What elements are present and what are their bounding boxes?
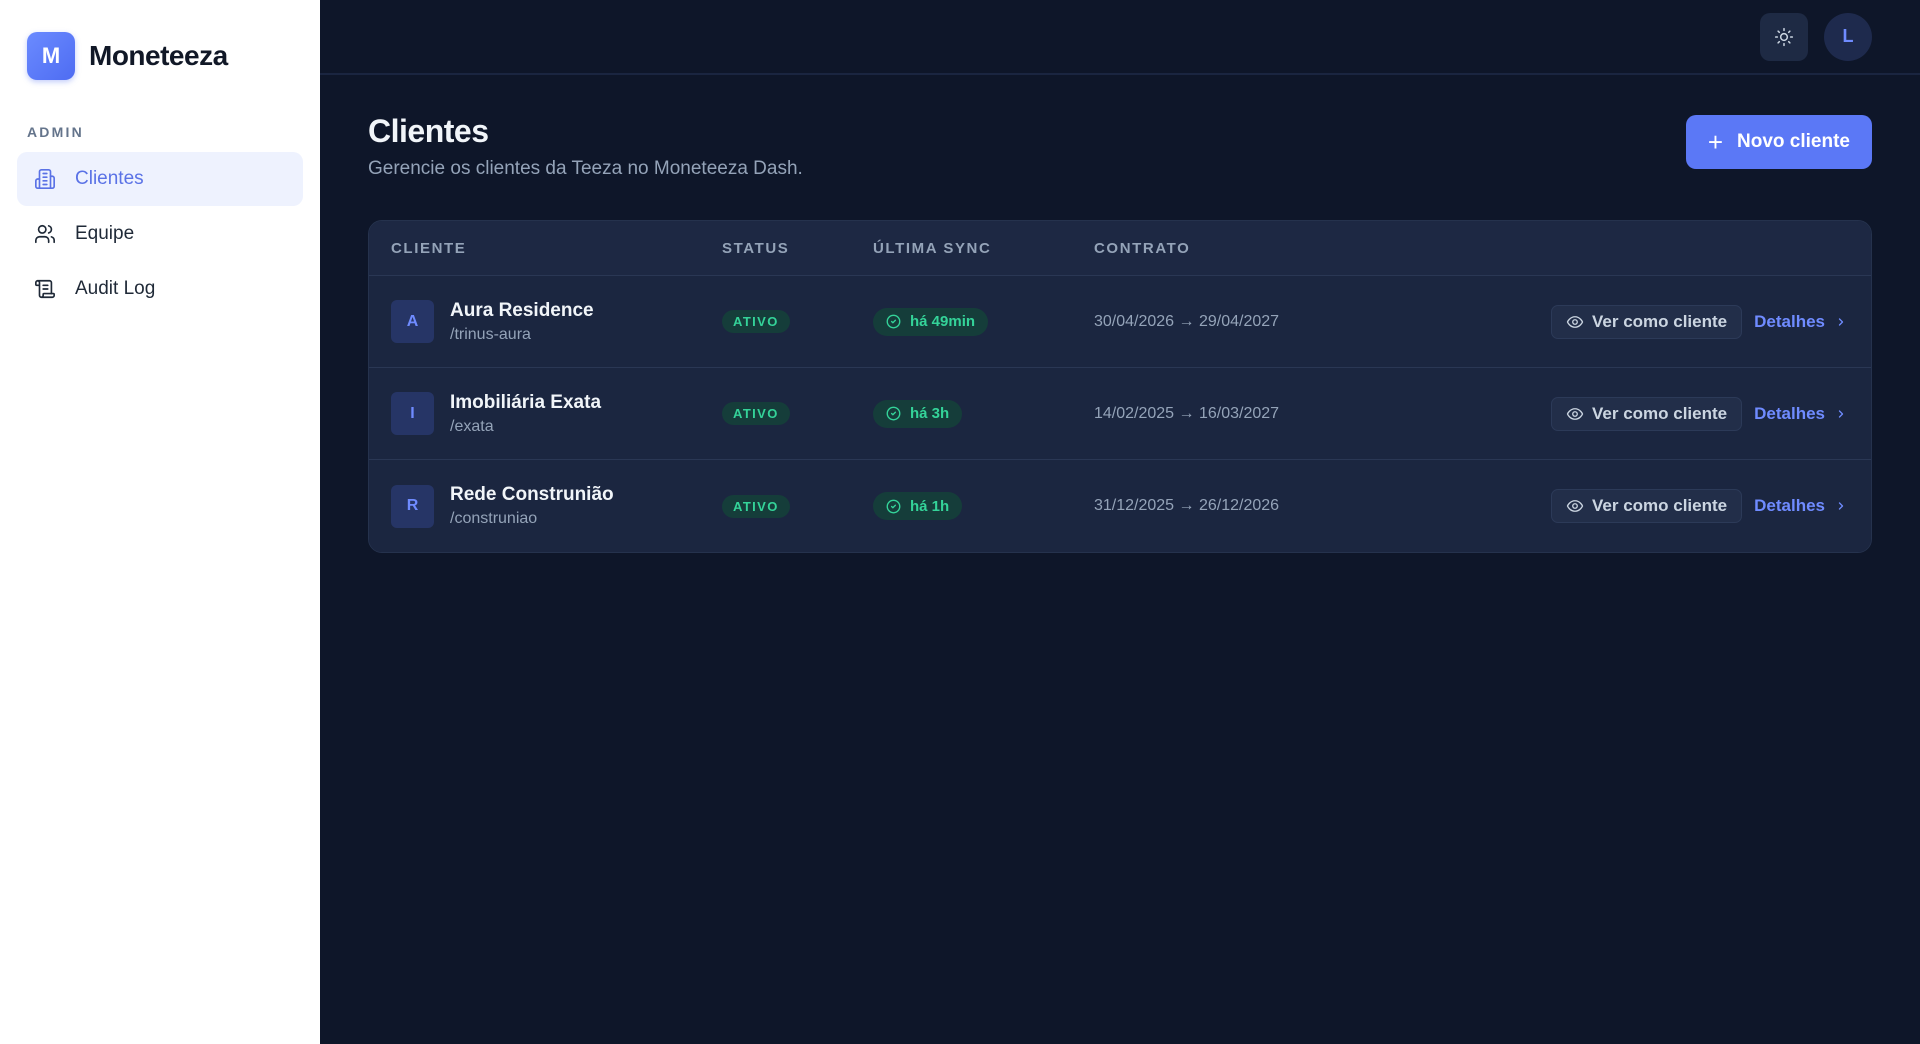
client-avatar: I [391,392,434,435]
client-avatar: A [391,300,434,343]
clients-table: CLIENTE STATUS ÚLTIMA SYNC CONTRATO A Au… [368,220,1872,553]
eye-icon [1566,313,1584,331]
page-header: Clientes Gerencie os clientes da Teeza n… [368,113,1872,180]
eye-icon [1566,405,1584,423]
theme-toggle-button[interactable] [1760,12,1808,61]
check-circle-icon [886,499,901,514]
details-link[interactable]: Detalhes [1754,312,1847,332]
sidebar-item-label: Clientes [75,168,144,189]
sync-badge: há 3h [873,399,963,428]
sidebar-item-equipe[interactable]: Equipe [17,207,303,261]
sun-icon [1774,27,1794,47]
main-area: L Clientes Gerencie os clientes da Teeza… [320,0,1920,1044]
contract-period: 31/12/2025 → 26/12/2026 [1094,497,1280,514]
status-badge: ATIVO [722,494,790,518]
sidebar-item-label: Equipe [75,223,135,244]
user-avatar[interactable]: L [1824,12,1872,61]
client-cell: I Imobiliária Exata /exata [369,392,722,436]
details-label: Detalhes [1754,403,1825,423]
client-cell: A Aura Residence /trinus-aura [369,300,722,344]
table-row: R Rede Construnião /construniao ATIVO há [369,460,1871,552]
sidebar-item-clientes[interactable]: Clientes [17,152,303,206]
column-header-client: CLIENTE [391,239,467,257]
view-as-client-label: Ver como cliente [1592,496,1728,515]
client-cell: R Rede Construnião /construniao [369,484,722,528]
view-as-client-label: Ver como cliente [1592,311,1728,331]
sidebar-item-audit-log[interactable]: Audit Log [17,262,303,316]
topbar: L [320,0,1920,75]
building-icon [33,167,57,191]
chevron-right-icon [1835,316,1847,328]
sidebar: M Moneteeza ADMIN Clientes Equipe Audit … [0,0,320,1044]
contract-period: 30/04/2026 → 29/04/2027 [1094,312,1280,330]
sync-text: há 1h [910,497,950,515]
client-name: Imobiliária Exata [450,391,602,413]
column-header-status: STATUS [722,239,790,257]
table-header: CLIENTE STATUS ÚLTIMA SYNC CONTRATO [369,221,1871,276]
view-as-client-button[interactable]: Ver como cliente [1551,304,1743,339]
table-row: I Imobiliária Exata /exata ATIVO há 3h 1… [369,368,1871,460]
view-as-client-label: Ver como cliente [1592,403,1728,423]
client-slug: /exata [450,417,494,435]
app-root: M Moneteeza ADMIN Clientes Equipe Audit … [0,0,1920,1044]
client-name: Rede Construnião [450,484,614,505]
sync-badge: há 49min [873,307,989,336]
sync-badge: há 1h [873,492,963,520]
sidebar-section-label: ADMIN [27,124,84,140]
contract-period: 14/02/2025 → 16/03/2027 [1094,404,1280,422]
sync-text: há 3h [910,405,950,422]
details-link[interactable]: Detalhes [1754,496,1847,516]
page-title: Clientes [368,113,489,149]
details-label: Detalhes [1754,311,1825,331]
sync-text: há 49min [910,313,976,330]
page-content: Clientes Gerencie os clientes da Teeza n… [320,75,1920,553]
view-as-client-button[interactable]: Ver como cliente [1551,489,1743,523]
sidebar-item-label: Audit Log [75,278,156,299]
chevron-right-icon [1835,500,1847,512]
client-slug: /trinus-aura [450,325,531,343]
eye-icon [1566,497,1584,515]
new-client-label: Novo cliente [1737,131,1850,152]
view-as-client-button[interactable]: Ver como cliente [1551,396,1743,431]
details-link[interactable]: Detalhes [1754,404,1847,424]
brand-name: Moneteeza [89,40,228,71]
brand-logo: M [27,32,75,80]
new-client-button[interactable]: + Novo cliente [1685,115,1872,169]
status-badge: ATIVO [722,310,790,333]
client-name: Aura Residence [450,299,594,321]
scroll-icon [33,277,57,301]
check-circle-icon [886,406,901,421]
plus-icon: + [1707,127,1724,157]
client-slug: /construniao [450,510,538,527]
table-row: A Aura Residence /trinus-aura ATIVO há 4 [369,276,1871,368]
details-label: Detalhes [1754,496,1825,515]
column-header-contract: CONTRATO [1094,239,1191,257]
page-subtitle: Gerencie os clientes da Teeza no Monetee… [368,158,803,179]
check-circle-icon [886,314,901,329]
column-header-sync: ÚLTIMA SYNC [873,239,992,257]
chevron-right-icon [1835,408,1847,420]
status-badge: ATIVO [722,402,790,425]
client-avatar: R [391,484,434,528]
brand[interactable]: M Moneteeza [17,0,303,112]
users-icon [33,222,57,246]
